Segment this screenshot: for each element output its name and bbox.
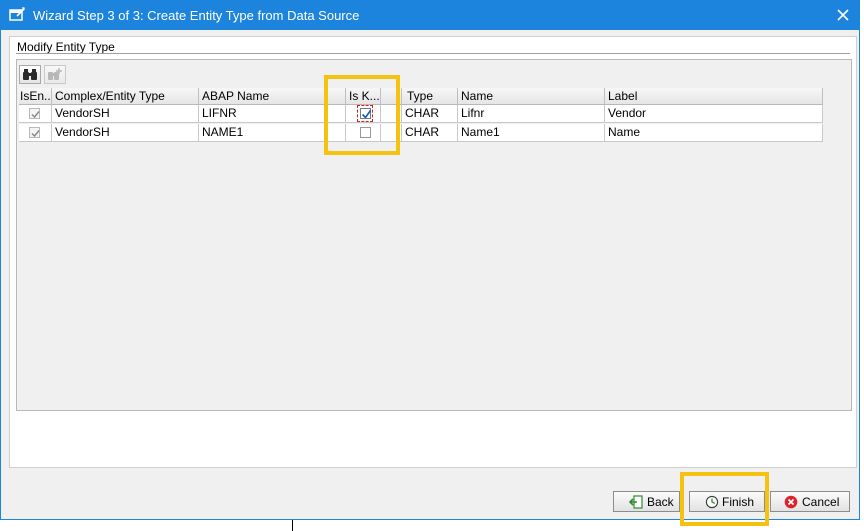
entity-table-panel: IsEn... Complex/Entity Type ABAP Name Is… (16, 59, 852, 411)
close-icon[interactable] (833, 5, 853, 25)
is-entity-checkbox (29, 108, 40, 119)
title-bar[interactable]: Wizard Step 3 of 3: Create Entity Type f… (1, 1, 859, 30)
content-area: Modify Entity Type IsEn... Complex/Entit… (9, 36, 857, 468)
complex-entity-type-cell[interactable]: VendorSH (52, 105, 199, 123)
is-entity-cell (19, 105, 52, 123)
section-title: Modify Entity Type (17, 40, 115, 54)
column-header-complex-entity-type[interactable]: Complex/Entity Type (52, 88, 199, 105)
label-cell[interactable]: Name (605, 124, 823, 142)
spacer-cell (381, 124, 402, 142)
section-divider (16, 53, 850, 54)
type-cell[interactable]: CHAR (402, 105, 458, 123)
wizard-window-icon (9, 7, 25, 21)
label-cell[interactable]: Vendor (605, 105, 823, 123)
is-key-cell[interactable] (346, 105, 381, 123)
cancel-icon (784, 495, 798, 509)
table-row[interactable]: VendorSH NAME1 CHAR Name1 Name (19, 124, 823, 142)
is-key-checkbox[interactable] (360, 108, 372, 119)
complex-entity-type-cell[interactable]: VendorSH (52, 124, 199, 142)
back-icon (629, 495, 643, 509)
clock-icon (705, 495, 719, 509)
table-header-row: IsEn... Complex/Entity Type ABAP Name Is… (19, 88, 823, 105)
is-key-cell[interactable] (346, 124, 381, 142)
column-header-spacer (381, 88, 402, 105)
column-header-label[interactable]: Label (605, 88, 823, 105)
checkmark-icon (361, 110, 372, 119)
background-divider (292, 519, 293, 531)
column-header-type[interactable]: Type (402, 88, 458, 105)
column-header-is-key[interactable]: Is K... (346, 88, 381, 105)
cancel-button[interactable]: Cancel (770, 491, 850, 512)
checkmark-icon (31, 111, 40, 119)
abap-name-cell[interactable]: LIFNR (199, 105, 346, 123)
finish-button[interactable]: Finish (689, 491, 765, 512)
find-next-button[interactable] (44, 65, 66, 84)
is-entity-checkbox (29, 127, 40, 138)
spacer-cell (381, 105, 402, 123)
finish-button-label: Finish (722, 495, 755, 509)
checkmark-icon (31, 130, 40, 138)
is-key-checkbox[interactable] (360, 127, 371, 138)
column-header-abap-name[interactable]: ABAP Name (199, 88, 346, 105)
find-next-icon (48, 68, 62, 80)
type-cell[interactable]: CHAR (402, 124, 458, 142)
wizard-dialog: Wizard Step 3 of 3: Create Entity Type f… (0, 0, 860, 520)
back-button-label: Back (647, 495, 674, 509)
binoculars-icon (23, 69, 37, 80)
find-button[interactable] (19, 65, 41, 84)
name-cell[interactable]: Name1 (458, 124, 605, 142)
column-header-is-entity[interactable]: IsEn... (19, 88, 52, 105)
table-row[interactable]: VendorSH LIFNR CHAR Lifnr Vendor (19, 105, 823, 123)
column-header-name[interactable]: Name (458, 88, 605, 105)
abap-name-cell[interactable]: NAME1 (199, 124, 346, 142)
name-cell[interactable]: Lifnr (458, 105, 605, 123)
back-button[interactable]: Back (613, 491, 680, 512)
window-title: Wizard Step 3 of 3: Create Entity Type f… (33, 8, 360, 23)
is-entity-cell (19, 124, 52, 142)
cancel-button-label: Cancel (802, 495, 840, 509)
